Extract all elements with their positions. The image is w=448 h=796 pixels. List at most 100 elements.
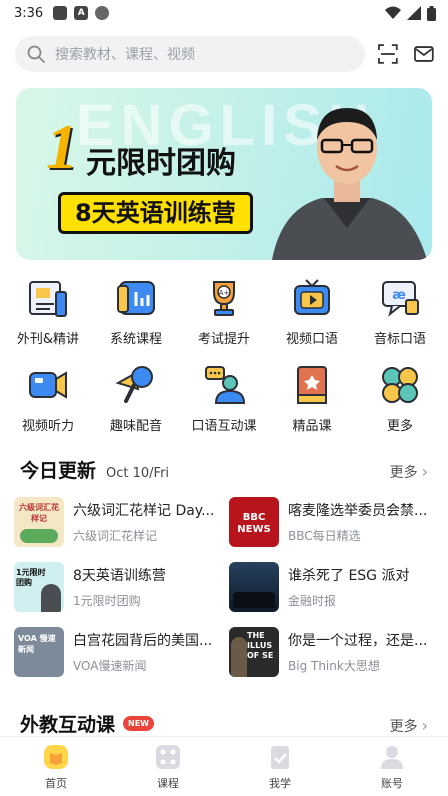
more-label: 更多 <box>389 465 418 481</box>
foreign-header: 外教互动课 NEW 更多 › <box>0 710 448 737</box>
news-title: 六级词汇花样记 Day... <box>73 503 215 519</box>
camera-icon <box>29 371 67 399</box>
news-source: BBC每日精选 <box>288 529 361 543</box>
news-title: 8天英语训练营 <box>73 568 166 584</box>
svg-text:æ: æ <box>392 288 406 303</box>
speech-bubble-icon: æ <box>382 281 419 317</box>
nav-account[interactable]: 账号 <box>336 737 448 796</box>
feature-exam[interactable]: A+ 考试提升 <box>182 276 266 347</box>
thumb-caption: BBC NEWS <box>237 512 271 535</box>
feature-label: 考试提升 <box>197 332 250 347</box>
nav-course[interactable]: 课程 <box>112 737 224 796</box>
feature-premium[interactable]: 精品课 <box>270 363 354 434</box>
news-source: Big Think大思想 <box>288 659 380 673</box>
today-news-list: 六级词汇花样记 六级词汇花样记 Day... 六级词汇花样记 BBC NEWS … <box>14 496 444 678</box>
tv-play-icon <box>294 279 330 315</box>
nav-label: 我学 <box>269 777 291 790</box>
news-thumb: THE ILLUS OF SE <box>229 627 279 677</box>
thumb-caption: THE ILLUS OF SE <box>247 631 274 660</box>
feature-speaking-class[interactable]: 口语互动课 <box>182 363 266 434</box>
promo-banner[interactable]: ENGLISH 1 元限时团购 8天英语训练营 <box>16 88 432 260</box>
signal-icon <box>407 6 421 20</box>
banner-big-number: 1 <box>46 111 78 182</box>
today-more-link[interactable]: 更多 › <box>390 462 428 482</box>
feature-row-2: 视频听力 趣味配音 口语互动课 精品课 更多 <box>0 363 448 434</box>
status-bar: 3:36 A <box>0 0 448 26</box>
home-icon <box>44 745 68 769</box>
feature-grid: 外刊&精讲 系统课程 A+ 考试提升 视频口语 æ 音标口语 视频听力 趣味配音… <box>0 276 448 434</box>
feature-system-course[interactable]: 系统课程 <box>94 276 178 347</box>
newspaper-icon <box>29 281 67 317</box>
clover-icon <box>382 367 418 403</box>
news-title: 谁杀死了 ESG 派对 <box>288 568 410 584</box>
news-item[interactable]: 1元限时团购 8天英语训练营 1元限时团购 <box>14 561 229 613</box>
feature-video-speaking[interactable]: 视频口语 <box>270 276 354 347</box>
book-icon <box>297 366 327 404</box>
news-item[interactable]: 谁杀死了 ESG 派对 金融时报 <box>229 561 444 613</box>
bar-chart-icon <box>117 281 155 315</box>
feature-label: 系统课程 <box>109 332 162 347</box>
thumb-plant <box>20 529 58 543</box>
grid-icon <box>156 745 180 769</box>
today-title: 今日更新 <box>20 460 97 482</box>
thumb-silhouettes <box>233 592 275 608</box>
svg-text:A+: A+ <box>219 289 230 297</box>
person-icon <box>381 746 403 769</box>
nav-label: 账号 <box>381 777 403 790</box>
mail-icon[interactable] <box>413 43 435 65</box>
feature-dubbing[interactable]: 趣味配音 <box>94 363 178 434</box>
news-thumb <box>229 562 279 612</box>
news-item[interactable]: VOA 慢速新闻 白宫花园背后的美国... VOA慢速新闻 <box>14 626 229 678</box>
news-source: 六级词汇花样记 <box>73 529 158 543</box>
foreign-section: 外教互动课 NEW 更多 › <box>0 710 448 737</box>
foreign-more-link[interactable]: 更多 › <box>390 716 428 736</box>
nav-learn[interactable]: 我学 <box>224 737 336 796</box>
feature-phonetics[interactable]: æ 音标口语 <box>358 276 442 347</box>
trophy-icon: A+ <box>213 281 235 316</box>
thumb-caption: 六级词汇花样记 <box>19 503 59 523</box>
app-a-icon: A <box>74 6 89 20</box>
thumb-figure <box>231 637 247 677</box>
banner-pill: 8天英语训练营 <box>58 192 253 234</box>
feature-label: 趣味配音 <box>109 419 162 434</box>
status-time: 3:36 <box>14 5 44 21</box>
today-date: Oct 10/Fri <box>106 466 170 481</box>
feature-foreign-press[interactable]: 外刊&精讲 <box>6 276 90 347</box>
news-item[interactable]: THE ILLUS OF SE 你是一个过程，还是... Big Think大思… <box>229 626 444 678</box>
search-placeholder: 搜索教材、课程、视频 <box>55 47 195 63</box>
tutor-icon <box>205 366 246 404</box>
news-title: 你是一个过程，还是... <box>288 633 428 649</box>
chevron-right-icon: › <box>421 716 428 735</box>
feature-more[interactable]: 更多 <box>358 363 442 434</box>
feature-label: 外刊&精讲 <box>16 332 80 347</box>
notification-icon <box>53 6 68 20</box>
banner-headline: 元限时团购 <box>86 146 236 181</box>
search-input[interactable]: 搜索教材、课程、视频 <box>15 36 366 72</box>
feature-label: 更多 <box>386 419 413 434</box>
news-title: 喀麦隆选举委员会禁... <box>288 503 428 519</box>
nav-home[interactable]: 首页 <box>0 737 112 796</box>
battery-icon <box>427 5 436 21</box>
news-thumb: VOA 慢速新闻 <box>14 627 64 677</box>
chevron-right-icon: › <box>421 462 428 481</box>
feature-label: 音标口语 <box>373 332 426 347</box>
search-icon <box>27 45 45 63</box>
news-thumb: 1元限时团购 <box>14 562 64 612</box>
feature-label: 口语互动课 <box>191 419 257 434</box>
news-item[interactable]: BBC NEWS 喀麦隆选举委员会禁... BBC每日精选 <box>229 496 444 548</box>
scan-icon[interactable] <box>377 43 399 65</box>
news-title: 白宫花园背后的美国... <box>73 633 213 649</box>
feature-label: 视频听力 <box>21 419 74 434</box>
thumb-caption: VOA 慢速新闻 <box>18 634 56 654</box>
today-header: 今日更新 Oct 10/Fri 更多 › <box>0 456 448 483</box>
news-row: 六级词汇花样记 六级词汇花样记 Day... 六级词汇花样记 BBC NEWS … <box>14 496 444 548</box>
wifi-icon <box>385 6 401 19</box>
feature-label: 视频口语 <box>285 332 338 347</box>
news-row: VOA 慢速新闻 白宫花园背后的美国... VOA慢速新闻 THE ILLUS … <box>14 626 444 678</box>
feature-video-listening[interactable]: 视频听力 <box>6 363 90 434</box>
news-thumb: BBC NEWS <box>229 497 279 547</box>
news-source: 金融时报 <box>288 594 337 608</box>
nav-label: 课程 <box>157 777 179 790</box>
microphone-icon <box>115 366 153 403</box>
news-item[interactable]: 六级词汇花样记 六级词汇花样记 Day... 六级词汇花样记 <box>14 496 229 548</box>
